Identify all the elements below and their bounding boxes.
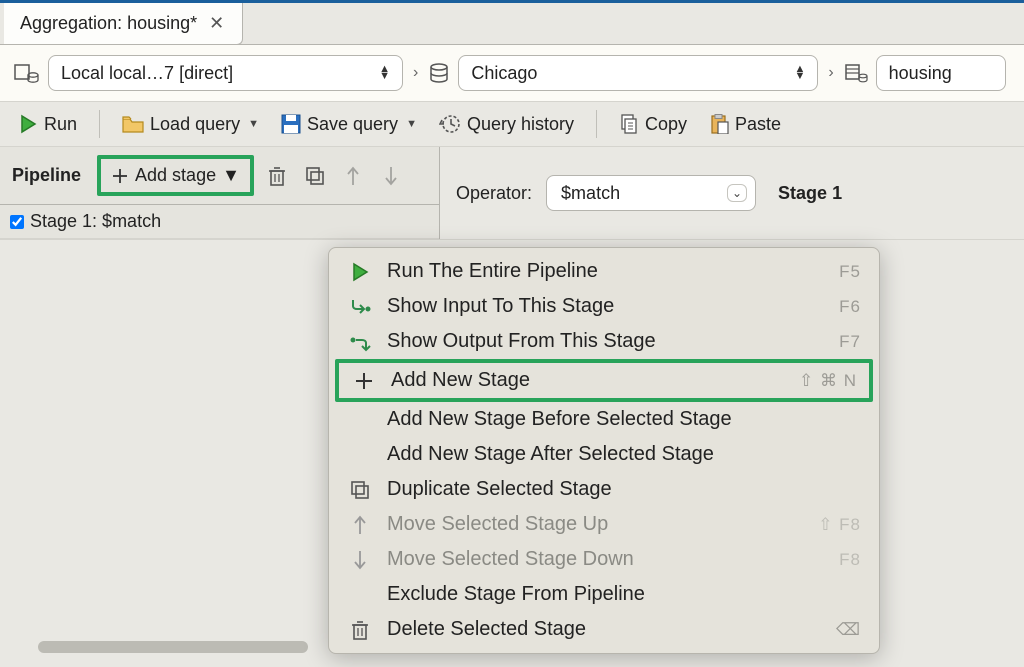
operator-selector[interactable]: $match ⌄ (546, 175, 756, 211)
arrow-down-icon (347, 549, 373, 571)
menu-exclude[interactable]: Exclude Stage From Pipeline (329, 577, 879, 612)
menu-add-before[interactable]: Add New Stage Before Selected Stage (329, 402, 879, 437)
menu-label: Add New Stage After Selected Stage (387, 443, 861, 466)
arrow-up-icon (347, 514, 373, 536)
menu-label: Move Selected Stage Down (387, 548, 825, 571)
close-icon[interactable]: ✕ (207, 13, 226, 34)
query-history-button[interactable]: Query history (435, 112, 578, 137)
menu-add-new-stage[interactable]: Add New Stage ⇧ ⌘ N (335, 359, 873, 402)
caret-down-icon: ▼ (222, 165, 240, 186)
move-down-button[interactable] (376, 162, 406, 190)
trash-icon (347, 619, 373, 641)
operator-label: Operator: (456, 183, 532, 204)
copy-label: Copy (645, 114, 687, 135)
delete-stage-button[interactable] (262, 162, 292, 190)
menu-label: Add New Stage Before Selected Stage (387, 408, 861, 431)
menu-shortcut: F5 (839, 262, 861, 282)
menu-run-pipeline[interactable]: Run The Entire Pipeline F5 (329, 254, 879, 289)
pipeline-panel: Pipeline Add stage ▼ (0, 147, 440, 239)
collection-selector[interactable]: housing (876, 55, 1006, 91)
pipeline-title: Pipeline (12, 165, 81, 186)
menu-label: Duplicate Selected Stage (387, 478, 861, 501)
run-label: Run (44, 114, 77, 135)
updown-icon: ▲▼ (794, 66, 805, 80)
run-button[interactable]: Run (14, 112, 81, 137)
plus-icon (351, 372, 377, 390)
menu-shortcut: F6 (839, 297, 861, 317)
menu-label: Add New Stage (391, 369, 785, 392)
caret-down-icon: ▼ (406, 118, 417, 130)
add-stage-context-menu: Run The Entire Pipeline F5 Show Input To… (328, 247, 880, 654)
menu-shortcut: ⇧ F8 (818, 515, 861, 535)
menu-shortcut: ⌫ (836, 620, 861, 640)
menu-show-input[interactable]: Show Input To This Stage F6 (329, 289, 879, 324)
add-stage-label: Add stage (135, 165, 216, 186)
stage-label: Stage 1: $match (30, 211, 161, 232)
separator (596, 110, 597, 138)
paste-button[interactable]: Paste (705, 112, 785, 137)
chevron-down-icon: ⌄ (727, 184, 747, 202)
duplicate-icon (347, 480, 373, 500)
menu-delete[interactable]: Delete Selected Stage ⌫ (329, 612, 879, 647)
database-selector[interactable]: Chicago ▲▼ (458, 55, 818, 91)
database-label: Chicago (471, 63, 537, 84)
add-stage-button[interactable]: Add stage ▼ (101, 159, 250, 192)
menu-label: Show Input To This Stage (387, 295, 825, 318)
output-arrow-icon (347, 332, 373, 352)
copy-button[interactable]: Copy (615, 112, 691, 137)
chevron-right-icon: › (826, 64, 835, 82)
menu-label: Show Output From This Stage (387, 330, 825, 353)
save-query-label: Save query (307, 114, 398, 135)
menu-shortcut: ⇧ ⌘ N (799, 371, 857, 391)
duplicate-stage-button[interactable] (300, 162, 330, 190)
play-icon (347, 262, 373, 282)
collection-icon (844, 62, 868, 84)
stage-enabled-checkbox[interactable] (10, 215, 24, 229)
load-query-label: Load query (150, 114, 240, 135)
move-up-button[interactable] (338, 162, 368, 190)
menu-move-down: Move Selected Stage Down F8 (329, 542, 879, 577)
menu-add-after[interactable]: Add New Stage After Selected Stage (329, 437, 879, 472)
tab-aggregation[interactable]: Aggregation: housing* ✕ (4, 3, 243, 45)
input-arrow-icon (347, 297, 373, 317)
server-icon (14, 62, 40, 84)
pipeline-stage-row[interactable]: Stage 1: $match (0, 205, 439, 239)
load-query-button[interactable]: Load query ▼ (118, 112, 263, 137)
operator-value: $match (561, 183, 620, 204)
separator (99, 110, 100, 138)
menu-duplicate[interactable]: Duplicate Selected Stage (329, 472, 879, 507)
menu-label: Move Selected Stage Up (387, 513, 804, 536)
save-query-button[interactable]: Save query ▼ (277, 112, 421, 137)
horizontal-scrollbar[interactable] (38, 641, 308, 653)
caret-down-icon: ▼ (248, 118, 259, 130)
chevron-right-icon: › (411, 64, 420, 82)
updown-icon: ▲▼ (379, 66, 390, 80)
paste-label: Paste (735, 114, 781, 135)
menu-show-output[interactable]: Show Output From This Stage F7 (329, 324, 879, 359)
database-icon (428, 62, 450, 84)
stage-title: Stage 1 (778, 183, 842, 204)
menu-label: Delete Selected Stage (387, 618, 822, 641)
menu-shortcut: F7 (839, 332, 861, 352)
connection-selector[interactable]: Local local…7 [direct] ▲▼ (48, 55, 403, 91)
menu-label: Exclude Stage From Pipeline (387, 583, 861, 606)
menu-shortcut: F8 (839, 550, 861, 570)
toolbar: Run Load query ▼ Save query ▼ Query hist… (0, 102, 1024, 147)
connection-label: Local local…7 [direct] (61, 63, 233, 84)
tab-bar: Aggregation: housing* ✕ (0, 3, 1024, 45)
menu-move-up: Move Selected Stage Up ⇧ F8 (329, 507, 879, 542)
query-history-label: Query history (467, 114, 574, 135)
stage-editor-header: Operator: $match ⌄ Stage 1 (440, 147, 1024, 239)
collection-label: housing (889, 63, 952, 84)
breadcrumb: Local local…7 [direct] ▲▼ › Chicago ▲▼ ›… (0, 45, 1024, 102)
menu-label: Run The Entire Pipeline (387, 260, 825, 283)
tab-title: Aggregation: housing* (20, 13, 197, 34)
